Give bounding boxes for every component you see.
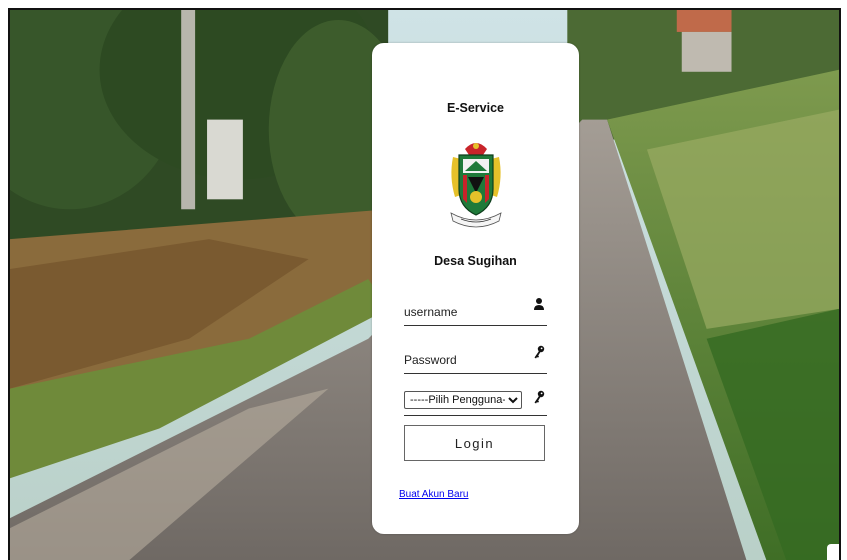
login-button[interactable]: Login [404,425,545,461]
village-name: Desa Sugihan [434,254,517,268]
username-field-row [404,298,547,326]
regency-emblem-icon [450,143,502,228]
password-input[interactable] [404,349,524,371]
role-select[interactable]: -----Pilih Pengguna----- [404,391,522,409]
login-card: E-Service Desa Sugihan username -----Pil… [372,43,579,534]
role-select-row: -----Pilih Pengguna----- [404,390,547,416]
app-viewport: E-Service Desa Sugihan username -----Pil… [8,8,841,560]
create-account-link[interactable]: Buat Akun Baru [399,489,469,500]
corner-badge [827,544,839,560]
username-input[interactable] [404,301,524,323]
password-field-row [404,345,547,374]
user-icon [534,298,544,310]
key-icon [534,390,545,404]
key-icon [534,345,545,359]
app-title: E-Service [447,101,504,115]
